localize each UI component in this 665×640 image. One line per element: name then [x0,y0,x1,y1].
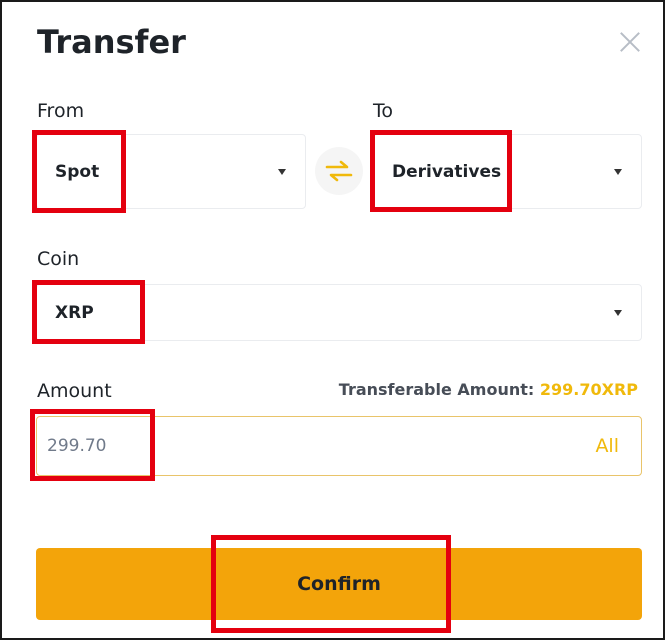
coin-select-value: XRP [55,302,94,323]
transfer-dialog: Transfer From Spot To Derivatives Coin X… [0,0,665,640]
from-select[interactable]: Spot [36,134,306,209]
all-button[interactable]: All [595,435,619,457]
confirm-button[interactable]: Confirm [36,548,642,620]
transferable-amount: Transferable Amount: 299.70XRP [339,380,638,400]
to-select[interactable]: Derivatives [373,134,642,209]
from-select-value: Spot [55,161,100,182]
chevron-down-icon [614,168,622,175]
chevron-down-icon [278,168,286,175]
chevron-down-icon [614,309,622,316]
transferable-amount-label: Transferable Amount: [338,380,535,399]
coin-select[interactable]: XRP [36,284,642,341]
amount-input[interactable] [47,425,527,467]
amount-field: All [36,416,642,476]
to-label: To [373,100,394,122]
from-label: From [37,100,85,122]
swap-button[interactable] [315,147,363,195]
dialog-title: Transfer [37,23,186,61]
swap-arrows-icon [325,160,353,182]
to-select-value: Derivatives [392,161,502,182]
close-icon[interactable] [616,28,644,56]
transferable-amount-value: 299.70XRP [539,380,638,399]
amount-label: Amount [37,380,112,402]
coin-label: Coin [37,248,80,270]
